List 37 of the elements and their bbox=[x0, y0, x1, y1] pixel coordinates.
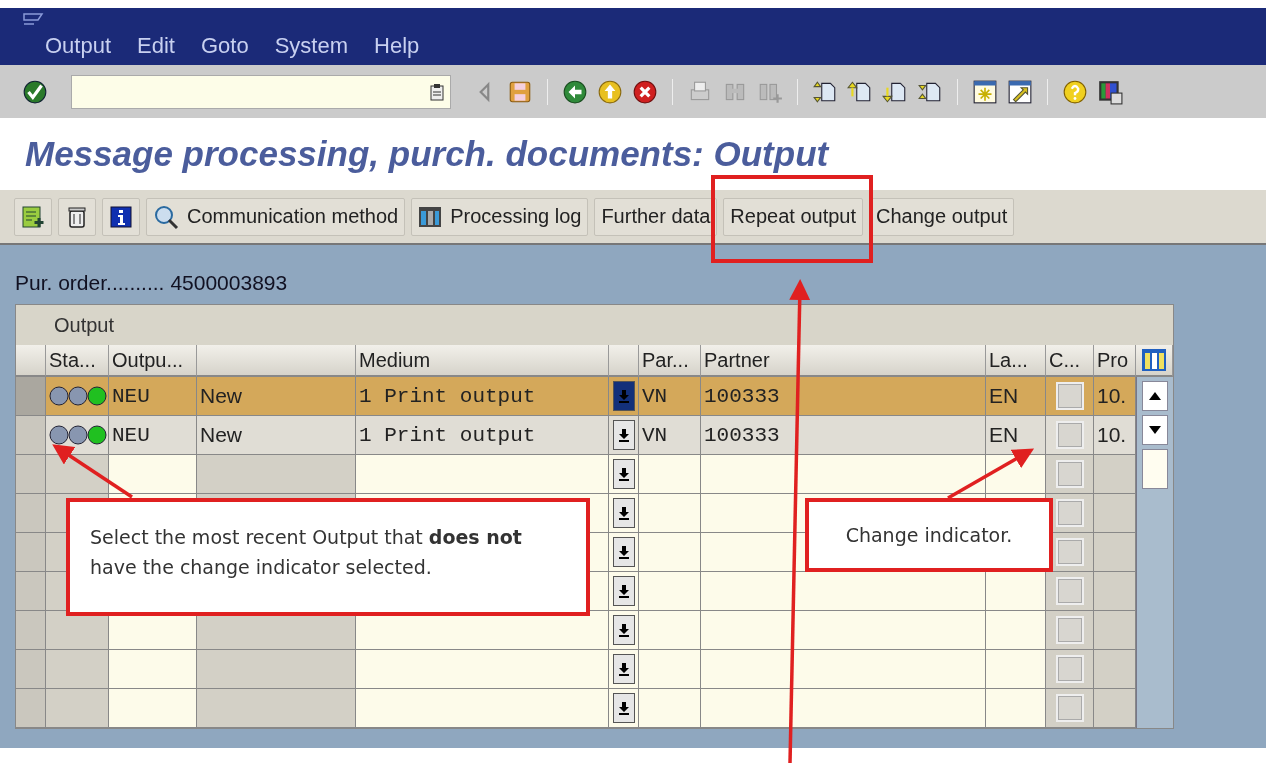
callout-tooltip: Select the most recent Output that does not have the change indicator selected. bbox=[66, 498, 590, 616]
menu-item[interactable]: Help bbox=[374, 33, 420, 59]
toolbar-button[interactable]: Processing log bbox=[411, 197, 589, 236]
field-value: 4500003893 bbox=[170, 271, 288, 295]
table-cell: NEU bbox=[109, 377, 197, 416]
column-header[interactable]: La... bbox=[986, 345, 1046, 377]
table-cell: EN bbox=[986, 416, 1046, 455]
field-label: Pur. order.......... bbox=[15, 271, 165, 295]
column-header[interactable]: C... bbox=[1046, 345, 1094, 377]
table-cell: 1 Print output bbox=[356, 377, 609, 416]
table-cell: VN bbox=[639, 377, 701, 416]
table-title: Output bbox=[54, 313, 115, 337]
table-cell: 1 Print output bbox=[356, 416, 609, 455]
column-header[interactable]: Sta... bbox=[46, 345, 109, 377]
toolbar-button[interactable]: Communication method bbox=[146, 197, 406, 236]
table-cell: 100333 bbox=[701, 416, 986, 455]
menu-item[interactable]: System bbox=[274, 33, 349, 59]
column-header[interactable]: Partner bbox=[701, 345, 986, 377]
toolbar-button[interactable]: Further data bbox=[594, 197, 718, 236]
column-header[interactable]: Pro bbox=[1094, 345, 1136, 377]
table-cell: New bbox=[197, 416, 356, 455]
menu-item[interactable]: Goto bbox=[200, 33, 249, 59]
table-cell: VN bbox=[639, 416, 701, 455]
column-header[interactable]: Par... bbox=[639, 345, 701, 377]
menu-item[interactable]: Edit bbox=[137, 33, 175, 59]
table-cell: 10. bbox=[1094, 377, 1136, 416]
table-cell: New bbox=[197, 377, 356, 416]
table-cell: EN bbox=[986, 377, 1046, 416]
page-title: Message processing, purch. documents: Output bbox=[25, 134, 829, 174]
table-cell: 10. bbox=[1094, 416, 1136, 455]
table-cell: 100333 bbox=[701, 377, 986, 416]
table-cell: NEU bbox=[109, 416, 197, 455]
column-header[interactable]: Outpu... bbox=[109, 345, 197, 377]
callout-tooltip: Change indicator. bbox=[805, 498, 1053, 572]
column-header[interactable]: Medium bbox=[356, 345, 609, 377]
toolbar-button[interactable]: Repeat output bbox=[723, 197, 863, 236]
menu-item[interactable]: Output bbox=[45, 33, 112, 59]
